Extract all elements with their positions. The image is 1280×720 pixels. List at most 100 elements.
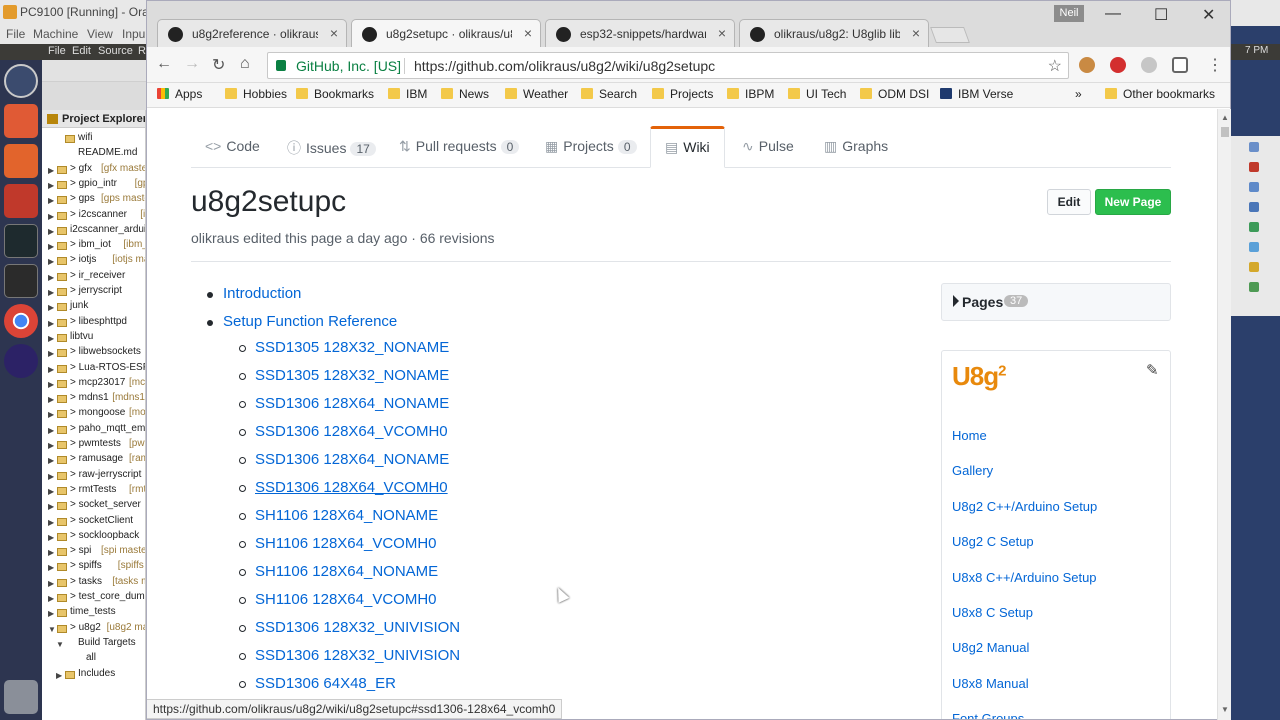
sidebar-link[interactable]: U8x8 C Setup bbox=[952, 605, 1033, 620]
collapsed-twisty-icon[interactable]: ▶ bbox=[48, 242, 54, 251]
collapsed-twisty-icon[interactable]: ▶ bbox=[48, 349, 54, 358]
browser-tab[interactable]: olikraus/u8g2: U8glib lib × bbox=[739, 19, 929, 47]
problems-icon[interactable] bbox=[1249, 162, 1259, 172]
toc-sublink[interactable]: SSD1306 128X64_NONAME bbox=[255, 395, 449, 412]
bookmark-apps[interactable]: Apps bbox=[157, 87, 202, 101]
system-monitor-icon[interactable] bbox=[4, 224, 38, 258]
bookmark-folder[interactable]: IBPM bbox=[727, 87, 774, 101]
collapsed-twisty-icon[interactable]: ▶ bbox=[48, 502, 54, 511]
collapsed-twisty-icon[interactable]: ▶ bbox=[48, 609, 54, 618]
new-tab-button[interactable] bbox=[930, 27, 970, 43]
eclipse-menu-source[interactable]: Source bbox=[98, 45, 133, 57]
maximize-icon[interactable]: ☐ bbox=[1154, 5, 1168, 25]
page-scrollbar[interactable]: ▲ ▼ bbox=[1217, 109, 1231, 720]
close-window-icon[interactable]: ✕ bbox=[1202, 5, 1215, 25]
vm-menu-file[interactable]: File bbox=[6, 27, 25, 41]
terminal-icon[interactable] bbox=[4, 264, 38, 298]
collapsed-twisty-icon[interactable]: ▶ bbox=[48, 288, 54, 297]
collapsed-twisty-icon[interactable]: ▶ bbox=[48, 273, 54, 282]
adblock-plus-icon[interactable] bbox=[1110, 57, 1126, 73]
toc-sublink[interactable]: SSD1306 64X48_ER bbox=[255, 675, 396, 692]
bookmark-folder[interactable]: Bookmarks bbox=[296, 87, 374, 101]
toc-sublink[interactable]: SSD1305 128X32_NONAME bbox=[255, 339, 449, 356]
collapsed-twisty-icon[interactable]: ▶ bbox=[48, 441, 54, 450]
sidebar-link[interactable]: U8x8 Manual bbox=[952, 676, 1029, 691]
sidebar-link[interactable]: U8g2 Manual bbox=[952, 640, 1029, 655]
eclipse-menu-edit[interactable]: Edit bbox=[72, 45, 91, 57]
collapsed-twisty-icon[interactable]: ▶ bbox=[48, 426, 54, 435]
bookmark-star-icon[interactable]: ☆ bbox=[1048, 56, 1062, 76]
collapsed-twisty-icon[interactable]: ▶ bbox=[48, 456, 54, 465]
bookmark-ibm-verse[interactable]: IBM Verse bbox=[940, 87, 1013, 101]
vm-menu-view[interactable]: View bbox=[87, 27, 113, 41]
pencil-icon[interactable]: ✎ bbox=[1146, 361, 1159, 379]
toc-sublink[interactable]: SSD1305 128X32_NONAME bbox=[255, 367, 449, 384]
toc-sublink[interactable]: SH1106 128X64_VCOMH0 bbox=[255, 535, 437, 552]
vm-menu-input[interactable]: Inpu bbox=[122, 27, 145, 41]
toc-sublink[interactable]: SSD1306 128X32_UNIVISION bbox=[255, 647, 460, 664]
collapsed-twisty-icon[interactable]: ▶ bbox=[48, 212, 54, 221]
close-tab-icon[interactable]: × bbox=[524, 25, 532, 41]
toc-sublink[interactable]: SSD1306 128X32_UNIVISION bbox=[255, 619, 460, 636]
collapsed-twisty-icon[interactable]: ▶ bbox=[48, 319, 54, 328]
sidebar-link[interactable]: U8g2 C++/Arduino Setup bbox=[952, 499, 1097, 514]
chrome-menu-icon[interactable]: ⋮ bbox=[1207, 55, 1223, 75]
bookmark-folder[interactable]: Search bbox=[581, 87, 637, 101]
toc-link[interactable]: Introduction bbox=[223, 285, 301, 302]
browser-tab[interactable]: u8g2reference · olikraus × bbox=[157, 19, 347, 47]
build-icon[interactable] bbox=[1249, 222, 1259, 232]
expanded-twisty-icon[interactable]: ▼ bbox=[48, 625, 56, 634]
drive-extension-icon[interactable] bbox=[1141, 57, 1157, 73]
vm-menu-machine[interactable]: Machine bbox=[33, 27, 78, 41]
collapsed-twisty-icon[interactable]: ▶ bbox=[48, 533, 54, 542]
tab-issues[interactable]: ⓘ Issues 17 bbox=[273, 126, 390, 168]
outline-icon[interactable] bbox=[1249, 142, 1259, 152]
minimize-icon[interactable]: — bbox=[1105, 5, 1121, 23]
other-bookmarks[interactable]: Other bookmarks bbox=[1105, 87, 1215, 101]
collapsed-twisty-icon[interactable]: ▶ bbox=[48, 579, 54, 588]
toc-sublink[interactable]: SSD1306 128X64_VCOMH0 bbox=[255, 423, 448, 440]
profile-button[interactable]: Neil bbox=[1054, 5, 1084, 22]
sidebar-link[interactable]: Home bbox=[952, 428, 987, 443]
collapsed-twisty-icon[interactable]: ▶ bbox=[48, 548, 54, 557]
close-tab-icon[interactable]: × bbox=[912, 25, 920, 41]
tab-pull-requests[interactable]: ⇅ Pull requests 0 bbox=[385, 126, 533, 168]
tab-code[interactable]: <> Code bbox=[191, 126, 274, 168]
collapsed-twisty-icon[interactable]: ▶ bbox=[48, 518, 54, 527]
edit-button[interactable]: Edit bbox=[1047, 189, 1091, 215]
search-view-icon[interactable] bbox=[1249, 242, 1259, 252]
new-page-button[interactable]: New Page bbox=[1095, 189, 1171, 215]
forward-icon[interactable]: → bbox=[184, 55, 200, 73]
collapsed-twisty-icon[interactable]: ▶ bbox=[48, 181, 54, 190]
collapsed-twisty-icon[interactable]: ▶ bbox=[48, 594, 54, 603]
back-icon[interactable]: ← bbox=[156, 55, 172, 73]
bookmark-folder[interactable]: Projects bbox=[652, 87, 713, 101]
tasks-icon[interactable] bbox=[1249, 182, 1259, 192]
tab-pulse[interactable]: ∿ Pulse bbox=[728, 126, 808, 168]
bookmarks-overflow-button[interactable]: » bbox=[1075, 87, 1082, 101]
collapsed-twisty-icon[interactable]: ▶ bbox=[48, 303, 54, 312]
pages-toggle[interactable]: Pages 37 bbox=[941, 283, 1171, 321]
scroll-down-icon[interactable]: ▼ bbox=[1221, 705, 1229, 714]
browser-tab-active[interactable]: u8g2setupc · olikraus/u8 × bbox=[351, 19, 541, 47]
bookmark-folder[interactable]: IBM bbox=[388, 87, 427, 101]
sidebar-link[interactable]: Font Groups bbox=[952, 711, 1024, 719]
collapsed-twisty-icon[interactable]: ▶ bbox=[48, 365, 54, 374]
tab-projects[interactable]: ▦ Projects 0 bbox=[531, 126, 651, 168]
collapsed-twisty-icon[interactable]: ▶ bbox=[48, 196, 54, 205]
bookmark-folder[interactable]: Weather bbox=[505, 87, 568, 101]
close-tab-icon[interactable]: × bbox=[718, 25, 726, 41]
toc-sublink[interactable]: SSD1306 128X64_NONAME bbox=[255, 451, 449, 468]
reload-icon[interactable]: ↻ bbox=[212, 55, 225, 75]
eclipse-menu-file[interactable]: File bbox=[48, 45, 66, 57]
toc-sublink[interactable]: SH1106 128X64_NONAME bbox=[255, 507, 438, 524]
toc-sublink[interactable]: SH1106 128X64_NONAME bbox=[255, 563, 438, 580]
software-center-icon[interactable] bbox=[4, 144, 38, 178]
eclipse-menu-refactor[interactable]: R bbox=[138, 45, 146, 57]
collapsed-twisty-icon[interactable]: ▶ bbox=[48, 395, 54, 404]
collapsed-twisty-icon[interactable]: ▶ bbox=[48, 487, 54, 496]
cast-icon[interactable] bbox=[1172, 57, 1188, 73]
home-icon[interactable]: ⌂ bbox=[240, 55, 250, 73]
project-explorer-header[interactable]: Project Explorer bbox=[42, 110, 145, 128]
address-bar[interactable]: GitHub, Inc. [US] https://github.com/oli… bbox=[267, 52, 1069, 79]
